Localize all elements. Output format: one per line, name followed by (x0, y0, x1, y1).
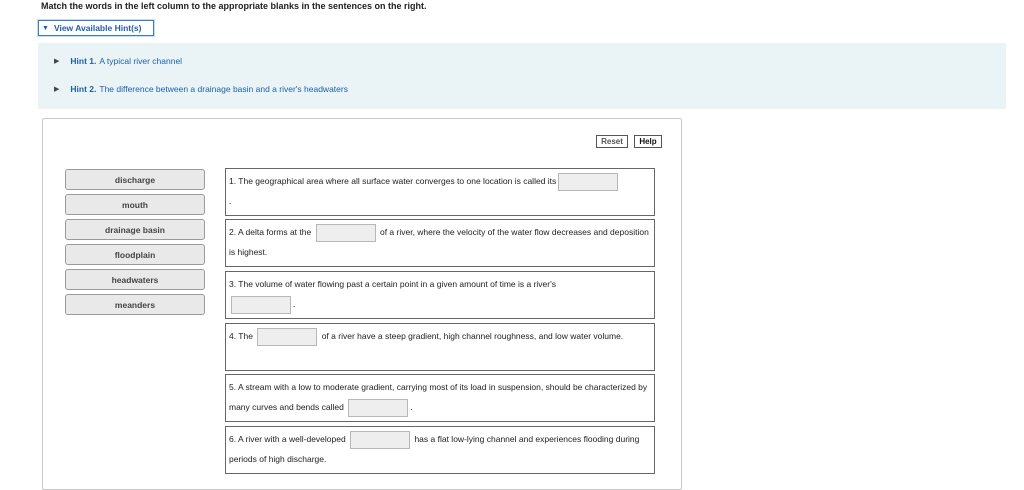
sentence-3-text: 3. The volume of water flowing past a ce… (229, 279, 556, 289)
word-tile-headwaters[interactable]: headwaters (65, 269, 205, 290)
expand-triangle-icon: ▶ (54, 58, 60, 65)
sentence-6-text-start: 6. A river with a well-developed (229, 434, 346, 444)
matching-workspace: Reset Help discharge mouth drainage basi… (42, 118, 682, 490)
instructions-text: Match the words in the left column to th… (41, 1, 427, 11)
sentence-2-text-start: 2. A delta forms at the (229, 227, 312, 237)
answer-blank-4[interactable] (257, 327, 318, 346)
hint-1-number: Hint 1. (70, 56, 97, 66)
answer-blank-1[interactable] (558, 172, 619, 191)
answer-blank-6[interactable] (350, 430, 411, 449)
sentence-5: 5. A stream with a low to moderate gradi… (225, 374, 655, 422)
answer-blank-2[interactable] (315, 223, 376, 242)
word-tile-drainage-basin[interactable]: drainage basin (65, 219, 205, 240)
hint-2-number: Hint 2. (70, 84, 97, 94)
word-tile-mouth[interactable]: mouth (65, 194, 205, 215)
answer-blank-5[interactable] (348, 398, 409, 417)
sentence-1-text: 1. The geographical area where all surfa… (229, 176, 557, 186)
answer-blank-3[interactable] (231, 295, 291, 314)
hints-panel: ▶ Hint 1. A typical river channel ▶ Hint… (38, 43, 1006, 109)
sentence-4: 4. The of a river have a steep gradient,… (225, 323, 655, 371)
help-button[interactable]: Help (634, 135, 662, 148)
sentence-3: 3. The volume of water flowing past a ce… (225, 271, 655, 319)
reset-button[interactable]: Reset (596, 135, 628, 148)
view-hints-label: View Available Hint(s) (53, 23, 142, 33)
word-tile-meanders[interactable]: meanders (65, 294, 205, 315)
word-tile-discharge[interactable]: discharge (65, 169, 205, 190)
sentence-1-end: . (229, 196, 232, 206)
hint-2[interactable]: ▶ Hint 2. The difference between a drain… (54, 84, 348, 94)
sentence-4-text-start: 4. The (229, 331, 253, 341)
sentence-3-end: . (293, 299, 296, 309)
hint-1-text: A typical river channel (99, 56, 183, 66)
hint-2-text: The difference between a drainage basin … (99, 84, 348, 94)
sentence-5-end: . (410, 402, 413, 412)
view-hints-button[interactable]: ▼ View Available Hint(s) (38, 20, 154, 36)
sentence-2: 2. A delta forms at the of a river, wher… (225, 219, 655, 267)
word-tile-floodplain[interactable]: floodplain (65, 244, 205, 265)
caret-down-icon: ▼ (42, 24, 49, 32)
sentence-6: 6. A river with a well-developed has a f… (225, 426, 655, 474)
hint-1[interactable]: ▶ Hint 1. A typical river channel (54, 56, 182, 66)
sentence-5-text: 5. A stream with a low to moderate gradi… (229, 382, 648, 412)
sentence-4-text-end: of a river have a steep gradient, high c… (321, 331, 624, 341)
expand-triangle-icon: ▶ (54, 86, 60, 93)
sentence-1: 1. The geographical area where all surfa… (225, 168, 655, 216)
